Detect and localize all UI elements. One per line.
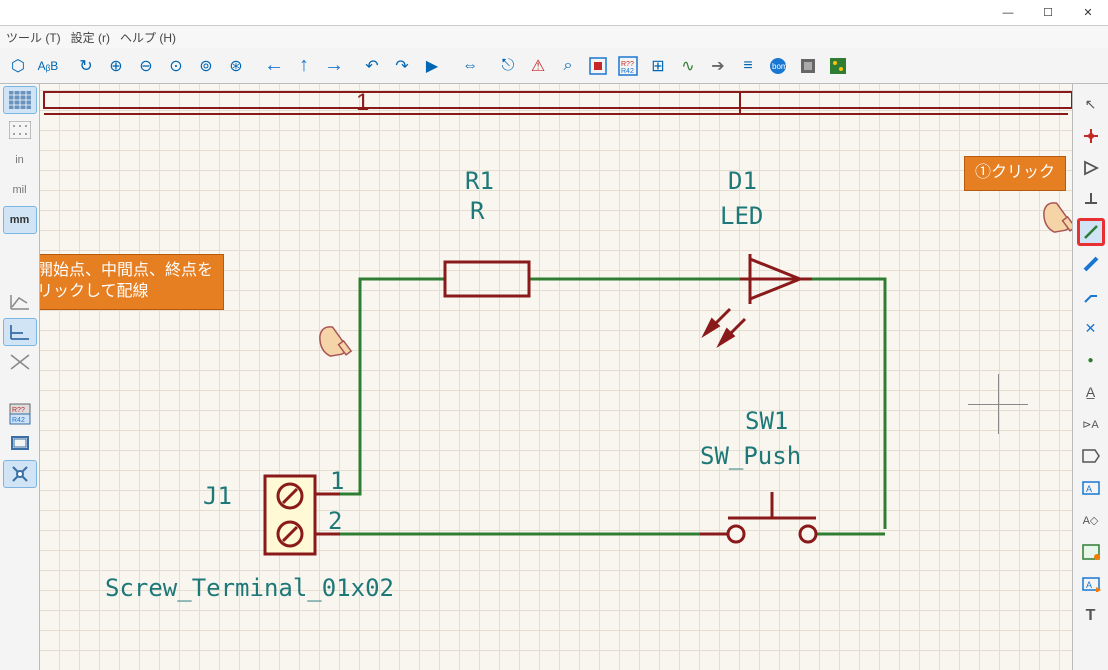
update-icon[interactable]: R??R42	[614, 52, 642, 80]
minimize-button[interactable]: —	[988, 0, 1028, 26]
schematic-svg: 1 R1 R	[40, 84, 1072, 670]
place-wire-icon[interactable]	[1077, 218, 1105, 246]
mirror-icon[interactable]: ⇔	[456, 52, 484, 80]
find-icon[interactable]: ⌕	[554, 52, 582, 80]
hier-label-icon[interactable]: A	[1077, 474, 1105, 502]
global-label-icon[interactable]	[1077, 442, 1105, 470]
hier-sheet-icon[interactable]: A◇	[1077, 506, 1105, 534]
svg-text:A: A	[1086, 484, 1092, 494]
zoom-fit-icon[interactable]: ⊙	[162, 52, 190, 80]
refresh-icon[interactable]: ↻	[72, 52, 100, 80]
tool-poly-icon[interactable]: ⬡	[4, 52, 32, 80]
grid-dots-icon[interactable]	[3, 116, 37, 144]
arrow-icon[interactable]: ➔	[704, 52, 732, 80]
sim-icon[interactable]: ∿	[674, 52, 702, 80]
schematic-canvas[interactable]: 1 R1 R	[40, 84, 1072, 670]
import-sheet-icon[interactable]: A	[1077, 570, 1105, 598]
erc-icon[interactable]: ⚠	[524, 52, 552, 80]
callout-1: ①クリック	[964, 156, 1066, 191]
svg-text:SW1: SW1	[745, 407, 788, 435]
tool-abc-icon[interactable]: AᵦB	[34, 52, 62, 80]
hand-icon-2	[310, 316, 360, 366]
nav-up-icon[interactable]: ↑	[290, 52, 318, 80]
bom-badge-icon[interactable]: bom	[764, 52, 792, 80]
wire-entry-icon[interactable]	[1077, 282, 1105, 310]
menu-tool[interactable]: ツール (T)	[6, 29, 61, 46]
vopt-icon[interactable]: ⎋	[494, 52, 522, 80]
close-button[interactable]: ✕	[1068, 0, 1108, 26]
cursor-small-icon[interactable]	[3, 318, 37, 346]
svg-text:R1: R1	[465, 167, 494, 195]
settings-icon[interactable]	[3, 460, 37, 488]
select-tool-icon[interactable]: ↖	[1077, 90, 1105, 118]
svg-text:D1: D1	[728, 167, 757, 195]
svg-text:1: 1	[330, 467, 344, 495]
component-d1: D1 LED	[705, 167, 812, 344]
zoom-out-icon[interactable]: ⊖	[132, 52, 160, 80]
unit-in-button[interactable]: in	[3, 146, 37, 174]
comp-icon[interactable]	[794, 52, 822, 80]
left-toolbar: in mil mm R?? R42	[0, 84, 40, 670]
place-symbol-icon[interactable]	[1077, 154, 1105, 182]
undo-icon[interactable]: ↶	[358, 52, 386, 80]
list-icon[interactable]: ≡	[734, 52, 762, 80]
component-r1: R1 R	[445, 167, 529, 296]
right-toolbar: ↖ ✕ ● A̲ ⊳A A A◇	[1072, 84, 1108, 670]
netlabel-icon[interactable]: ⊳A	[1077, 410, 1105, 438]
junction-icon[interactable]: ●	[1077, 346, 1105, 374]
hand-icon-1	[1034, 192, 1072, 242]
noconnect-icon[interactable]: ✕	[1077, 314, 1105, 342]
pcb-icon[interactable]	[824, 52, 852, 80]
place-bus-icon[interactable]	[1077, 250, 1105, 278]
svg-text:R42: R42	[12, 417, 25, 424]
foot-icon[interactable]	[584, 52, 612, 80]
sheet-icon[interactable]	[3, 430, 37, 458]
svg-text:R42: R42	[621, 68, 634, 75]
svg-text:2: 2	[328, 507, 342, 535]
svg-text:SW_Push: SW_Push	[700, 442, 801, 470]
svg-text:R??: R??	[621, 61, 634, 68]
text-icon[interactable]: T	[1077, 602, 1105, 630]
menu-settings[interactable]: 設定 (r)	[71, 29, 110, 46]
nav-right-icon[interactable]: →	[320, 52, 348, 80]
cursor-full-icon[interactable]	[3, 288, 37, 316]
svg-text:bom: bom	[772, 62, 788, 71]
svg-text:Screw_Terminal_01x02: Screw_Terminal_01x02	[105, 574, 394, 602]
svg-text:R??: R??	[12, 407, 25, 414]
maximize-button[interactable]: ☐	[1028, 0, 1068, 26]
redo-icon[interactable]: ↷	[388, 52, 416, 80]
hidden-pins-icon[interactable]	[3, 348, 37, 376]
grid-show-icon[interactable]	[3, 86, 37, 114]
callout-2: ②開始点、中間点、終点を クリックして配線	[40, 254, 224, 310]
unit-mil-button[interactable]: mil	[3, 176, 37, 204]
zoom-auto-icon[interactable]: ⊛	[222, 52, 250, 80]
sheet-pin-icon[interactable]	[1077, 538, 1105, 566]
menubar: ツール (T) 設定 (r) ヘルプ (H)	[0, 26, 1108, 48]
annotate-icon[interactable]: R?? R42	[3, 400, 37, 428]
component-sw1: SW1 SW_Push	[700, 407, 840, 542]
svg-text:LED: LED	[720, 202, 763, 230]
unit-mm-button[interactable]: mm	[3, 206, 37, 234]
zoom-sel-icon[interactable]: ⊚	[192, 52, 220, 80]
svg-text:R: R	[470, 197, 485, 225]
nav-left-icon[interactable]: ←	[260, 52, 288, 80]
zoom-in-icon[interactable]: ⊕	[102, 52, 130, 80]
label-icon[interactable]: A̲	[1077, 378, 1105, 406]
play-icon[interactable]: ▶	[418, 52, 446, 80]
titlebar: — ☐ ✕	[0, 0, 1108, 26]
menu-help[interactable]: ヘルプ (H)	[120, 29, 176, 46]
toolbar: ⬡ AᵦB ↻ ⊕ ⊖ ⊙ ⊚ ⊛ ← ↑ → ↶ ↷ ▶ ⇔ ⎋ ⚠ ⌕ R?…	[0, 48, 1108, 84]
grid-bom-icon[interactable]: ⊞	[644, 52, 672, 80]
highlight-net-icon[interactable]	[1077, 122, 1105, 150]
page-number: 1	[356, 89, 369, 116]
svg-text:J1: J1	[203, 482, 232, 510]
place-power-icon[interactable]	[1077, 186, 1105, 214]
svg-text:A: A	[1086, 580, 1092, 590]
